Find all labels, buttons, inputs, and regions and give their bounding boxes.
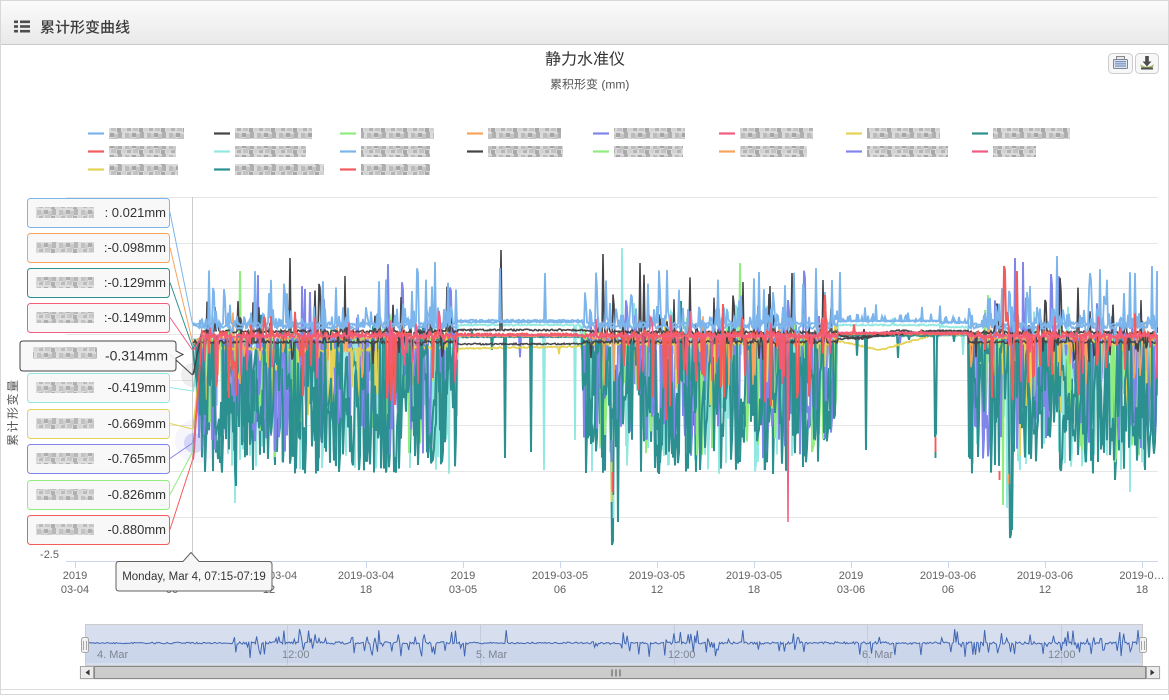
svg-text:-0.765mm: -0.765mm xyxy=(107,451,166,466)
svg-text:5. Mar: 5. Mar xyxy=(476,649,508,661)
svg-text:2019-03-05: 2019-03-05 xyxy=(629,570,685,582)
svg-text:12:00: 12:00 xyxy=(282,649,310,661)
svg-text:12: 12 xyxy=(1039,584,1051,596)
svg-text:12: 12 xyxy=(651,584,663,596)
svg-text::-0.098mm: :-0.098mm xyxy=(104,240,166,255)
svg-text:-0.880mm: -0.880mm xyxy=(107,522,166,537)
svg-text:2019-03-06: 2019-03-06 xyxy=(1017,570,1073,582)
svg-text:06: 06 xyxy=(942,584,954,596)
svg-text:4. Mar: 4. Mar xyxy=(97,649,129,661)
svg-text:2019-03-04: 2019-03-04 xyxy=(338,570,394,582)
svg-text:-0.314mm: -0.314mm xyxy=(105,348,168,364)
svg-text:2019: 2019 xyxy=(839,570,863,582)
svg-text:18: 18 xyxy=(360,584,372,596)
svg-text:Monday, Mar 4, 07:15-07:19: Monday, Mar 4, 07:15-07:19 xyxy=(122,571,266,583)
svg-text:-0.419mm: -0.419mm xyxy=(107,380,166,395)
svg-text:2019-0…: 2019-0… xyxy=(1119,570,1164,582)
svg-text:2019-03-05: 2019-03-05 xyxy=(726,570,782,582)
svg-text:12:00: 12:00 xyxy=(668,649,696,661)
svg-text:2019-03-05: 2019-03-05 xyxy=(532,570,588,582)
svg-text:2019: 2019 xyxy=(451,570,475,582)
svg-text:06: 06 xyxy=(554,584,566,596)
svg-text:-2.5: -2.5 xyxy=(40,549,59,561)
svg-text:18: 18 xyxy=(1136,584,1148,596)
svg-text:12:00: 12:00 xyxy=(1048,649,1076,661)
svg-text:2019: 2019 xyxy=(63,570,87,582)
svg-text::-0.129mm: :-0.129mm xyxy=(104,275,166,290)
svg-text:6. Mar: 6. Mar xyxy=(862,649,894,661)
svg-text:-0.826mm: -0.826mm xyxy=(107,487,166,502)
svg-text:-0.669mm: -0.669mm xyxy=(107,416,166,431)
svg-text:: 0.021mm: : 0.021mm xyxy=(105,205,166,220)
svg-text:2019-03-06: 2019-03-06 xyxy=(920,570,976,582)
svg-text:18: 18 xyxy=(748,584,760,596)
svg-text::-0.149mm: :-0.149mm xyxy=(104,310,166,325)
svg-text:03-05: 03-05 xyxy=(449,584,477,596)
svg-text:03-06: 03-06 xyxy=(837,584,865,596)
svg-text:03-04: 03-04 xyxy=(61,584,89,596)
svg-text:(mm): (mm) xyxy=(598,78,629,92)
